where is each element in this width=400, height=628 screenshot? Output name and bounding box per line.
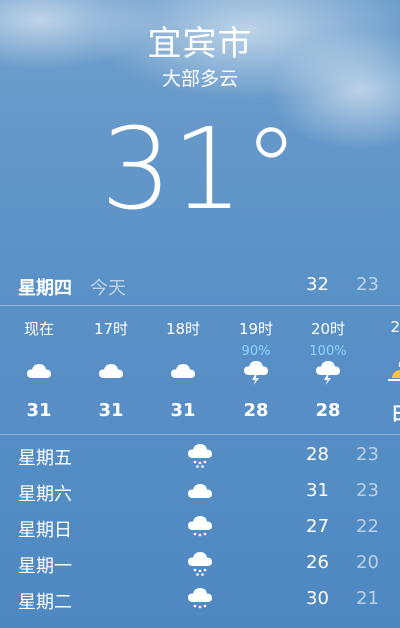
hour-time: 18时: [165, 320, 201, 338]
hour-time: 20: [390, 318, 400, 336]
daily-low: 22: [356, 516, 379, 537]
rain-icon: [186, 550, 214, 578]
daily-high: 31: [306, 480, 329, 501]
daily-low: 23: [356, 444, 379, 465]
daily-high: 30: [306, 588, 329, 609]
cloud-icon: [25, 358, 53, 386]
hour-temp: 31: [170, 400, 196, 421]
location-header: 宜宾市 大部多云: [0, 22, 400, 92]
cloud-icon: [97, 358, 125, 386]
daily-row: 星期六 31 23: [0, 474, 400, 510]
daily-high: 27: [306, 516, 329, 537]
hour-time: 19时: [238, 320, 274, 338]
daily-day: 星期日: [18, 520, 72, 541]
rain-icon: [186, 586, 214, 614]
weather-condition: 大部多云: [161, 68, 238, 90]
hour-temp: 31: [98, 400, 124, 421]
daily-high: 28: [306, 444, 329, 465]
thunderstorm-icon: [314, 358, 342, 386]
daily-high: 26: [306, 552, 329, 573]
thunderstorm-icon: [242, 358, 270, 386]
hour-time: 17时: [93, 320, 129, 338]
hourly-item: 18时 31: [147, 306, 219, 434]
daily-low: 20: [356, 552, 379, 573]
hour-temp: 28: [243, 400, 269, 421]
daily-row: 星期五 28 23: [0, 438, 400, 474]
city-name: 宜宾市: [147, 24, 253, 64]
hourly-item: 17时 31: [75, 306, 147, 434]
hourly-item: 19时 90% 28: [220, 306, 292, 434]
cloud-icon: [169, 358, 197, 386]
current-temperature: 31°: [100, 105, 300, 235]
daily-row: 星期日 27 22: [0, 510, 400, 546]
hour-temp: 日: [364, 400, 400, 426]
daily-row: 星期二 30 21: [0, 582, 400, 618]
hourly-item: 20时 100% 28: [292, 306, 364, 434]
daily-day: 星期五: [18, 448, 72, 469]
hour-time: 现在: [23, 320, 54, 338]
hourly-item: 现在 31: [3, 306, 75, 434]
cloud-icon: [186, 478, 214, 506]
hour-precip: 100%: [309, 344, 347, 359]
daily-day: 星期六: [18, 484, 72, 505]
hour-temp: 28: [315, 400, 341, 421]
hourly-forecast[interactable]: 现在 31 17时 31 18时 31 19时 90% 28 20时 100%: [0, 305, 400, 435]
today-high: 32: [306, 274, 329, 295]
hour-time: 20时: [310, 320, 346, 338]
hourly-item: 20 日: [364, 306, 400, 434]
today-low: 23: [356, 274, 379, 295]
hour-precip: 90%: [241, 344, 271, 359]
today-label: 今天: [90, 278, 126, 299]
daily-forecast[interactable]: 星期五 28 23 星期六 31 23 星期日 27 22 星期一 26 20 …: [0, 438, 400, 618]
daily-day: 星期二: [18, 592, 72, 613]
daily-low: 21: [356, 588, 379, 609]
today-summary: 星期四 今天 32 23: [0, 268, 400, 304]
sunset-icon: [386, 358, 400, 386]
rain-icon: [186, 514, 214, 542]
hour-temp: 31: [26, 400, 52, 421]
daily-day: 星期一: [18, 556, 72, 577]
daily-low: 23: [356, 480, 379, 501]
rain-icon: [186, 442, 214, 470]
daily-row: 星期一 26 20: [0, 546, 400, 582]
today-day: 星期四: [18, 278, 72, 299]
